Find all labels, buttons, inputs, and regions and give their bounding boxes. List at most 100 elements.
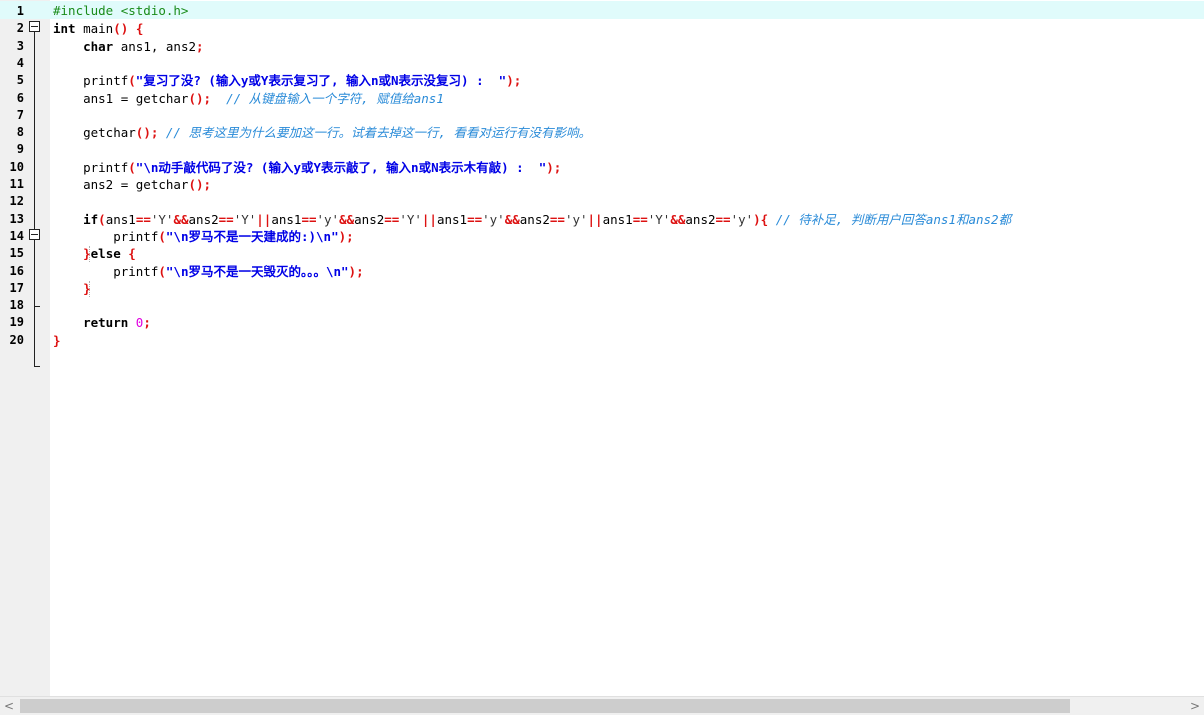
code-text: printf("\n罗马不是一天毁灭的。。。\n"); (53, 263, 363, 280)
code-line[interactable]: 10 printf("\n动手敲代码了没? (输入y或Y表示敲了, 输入n或N表… (0, 159, 1204, 176)
code-token: && (173, 211, 189, 227)
code-line[interactable]: 9 (0, 141, 1204, 158)
code-text: getchar(); // 思考这里为什么要加这一行。试着去掉这一行, 看看对运… (53, 124, 591, 141)
code-token: (); (188, 177, 212, 192)
code-token: ans2 (354, 211, 385, 227)
line-number: 7 (16, 107, 24, 122)
code-line[interactable]: 19 return 0; (0, 314, 1204, 331)
scroll-left-icon[interactable]: < (0, 698, 18, 714)
code-text: int main() { (53, 20, 143, 37)
code-token: { (135, 21, 144, 37)
code-token: if (83, 211, 99, 227)
code-token: && (670, 211, 686, 227)
code-token: ){ (753, 211, 769, 227)
code-token: == (715, 211, 731, 227)
code-token: printf (53, 159, 129, 175)
line-number: 11 (9, 177, 24, 191)
scrollbar-thumb[interactable] (20, 699, 1070, 713)
line-number: 12 (9, 194, 24, 209)
code-line[interactable]: 12 (0, 193, 1204, 210)
fold-line-main (34, 32, 35, 364)
code-token: ans1 (436, 211, 468, 227)
fold-toggle-main-icon[interactable] (29, 21, 40, 32)
code-line[interactable]: 8 getchar(); // 思考这里为什么要加这一行。试着去掉这一行, 看看… (0, 124, 1204, 141)
indent-guide (89, 281, 90, 297)
code-line[interactable]: 2 int main() { (0, 20, 1204, 37)
fold-end-main (34, 359, 40, 367)
code-line[interactable]: 7 (0, 107, 1204, 124)
code-token: == (301, 211, 317, 227)
code-line[interactable]: 15 }else { (0, 245, 1204, 262)
indent-guide (89, 246, 90, 262)
code-text: printf("复习了没? (输入y或Y表示复习了, 输入n或N表示没复习) :… (53, 72, 521, 89)
code-line[interactable]: 14 printf("\n罗马不是一天建成的:)\n"); (0, 228, 1204, 245)
code-line[interactable]: 3 char ans1, ans2; (0, 38, 1204, 55)
code-token: ans1 (271, 211, 302, 227)
code-token: ans1 (105, 211, 136, 227)
code-line[interactable]: 5 printf("复习了没? (输入y或Y表示复习了, 输入n或N表示没复习)… (0, 72, 1204, 89)
code-token: // 从键盘输入一个字符, 赋值给ans1 (226, 90, 444, 106)
code-token: ans2 = getchar (53, 177, 189, 192)
code-token: ( (158, 263, 166, 279)
code-token: printf (53, 73, 129, 89)
code-line[interactable]: 20} (0, 332, 1204, 349)
code-line[interactable]: 17 } (0, 280, 1204, 297)
code-line[interactable]: 13 if(ans1=='Y'&&ans2=='Y'||ans1=='y'&&a… (0, 211, 1204, 228)
code-token: || (421, 211, 437, 227)
code-text: if(ans1=='Y'&&ans2=='Y'||ans1=='y'&&ans2… (53, 211, 1011, 228)
code-line[interactable]: 6 ans1 = getchar(); // 从键盘输入一个字符, 赋值给ans… (0, 90, 1204, 107)
code-token: "\n动手敲代码了没? (输入y或Y表示敲了, 输入n或N表示木有敲) : " (135, 159, 547, 175)
code-token: 'y' (564, 211, 588, 227)
code-token: ans1, ans2 (113, 38, 197, 54)
code-token: "\n罗马不是一天毁灭的。。。\n" (165, 263, 349, 279)
fold-end-if (34, 299, 40, 307)
code-token: || (587, 211, 603, 227)
code-token: (); (188, 90, 212, 106)
code-token: 'Y' (233, 211, 257, 227)
code-line[interactable]: 11 ans2 = getchar(); (0, 176, 1204, 193)
code-token: ; (143, 315, 151, 331)
code-line[interactable]: 4 (0, 55, 1204, 72)
code-editor[interactable]: 1 #include <stdio.h> 2 int main() {3 char a… (0, 0, 1204, 696)
code-text: char ans1, ans2; (53, 38, 204, 55)
code-token: getchar (53, 125, 136, 141)
code-token: { (128, 246, 136, 262)
code-token: 'y' (730, 211, 754, 227)
line-number: 9 (16, 142, 24, 157)
code-token: ( (128, 159, 136, 175)
code-text: }else { (53, 245, 136, 262)
code-text: } (53, 332, 61, 349)
code-text: #include <stdio.h> (53, 2, 188, 19)
code-text: printf("\n罗马不是一天建成的:)\n"); (53, 228, 353, 245)
line-number: 3 (16, 38, 24, 53)
line-number: 2 (16, 21, 24, 36)
code-text: printf("\n动手敲代码了没? (输入y或Y表示敲了, 输入n或N表示木有… (53, 159, 561, 176)
code-text: } (53, 280, 91, 297)
scroll-right-icon[interactable]: > (1186, 698, 1204, 714)
line-number: 15 (9, 246, 24, 261)
line-number: 10 (9, 159, 24, 174)
code-token: printf (53, 228, 159, 244)
line-number: 8 (16, 125, 24, 140)
line-number: 13 (9, 211, 24, 226)
line-number: 1 (16, 4, 24, 18)
code-token: ; (196, 38, 204, 54)
code-line[interactable]: 18 (0, 297, 1204, 314)
code-line[interactable]: 16 printf("\n罗马不是一天毁灭的。。。\n"); (0, 263, 1204, 280)
code-line[interactable]: 1 #include <stdio.h> (0, 1, 1204, 19)
horizontal-scrollbar[interactable]: < > (0, 696, 1204, 715)
code-token: ( (128, 73, 136, 89)
code-text: return 0; (53, 314, 151, 331)
line-number: 17 (9, 280, 24, 295)
code-token: 'y' (316, 211, 340, 227)
code-token: == (384, 211, 400, 227)
code-token: ( (98, 211, 106, 227)
code-token: #include <stdio.h> (53, 3, 189, 18)
fold-toggle-if-icon[interactable] (29, 229, 40, 240)
